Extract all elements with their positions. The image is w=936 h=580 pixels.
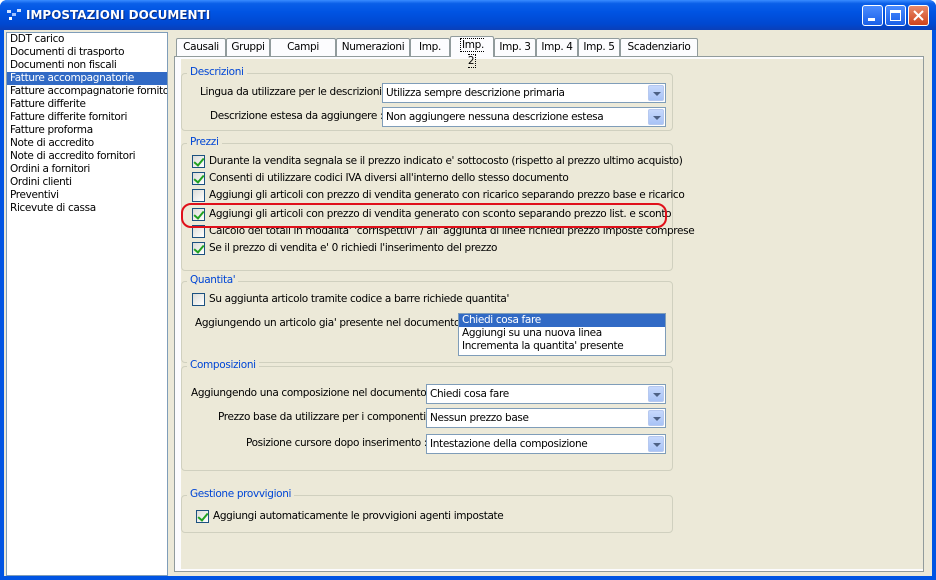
list-item[interactable]: Note di accredito fornitori	[7, 150, 167, 163]
list-item[interactable]: Fatture differite fornitori	[7, 111, 167, 124]
aggiungendo-label: Aggiungendo una composizione nel documen…	[191, 387, 433, 399]
settings-app-icon	[7, 9, 21, 20]
tab-imp-3[interactable]: Imp. 3	[494, 38, 536, 56]
chevron-down-icon[interactable]	[648, 109, 664, 125]
presente-listbox[interactable]: Chiedi cosa fare Aggiungi su una nuova l…	[458, 313, 666, 356]
window-title: IMPOSTAZIONI DOCUMENTI	[26, 8, 211, 22]
list-item[interactable]: Note di accredito	[7, 137, 167, 150]
list-item[interactable]: Aggiungi su una nuova linea	[459, 327, 665, 340]
estesa-value: Non aggiungere nessuna descrizione estes…	[386, 111, 604, 123]
checkbox-box[interactable]	[192, 155, 205, 168]
tab-imp-5[interactable]: Imp. 5	[578, 38, 620, 56]
tab-causali[interactable]: Causali	[176, 38, 226, 56]
checkbox-label: Durante la vendita segnala se il prezzo …	[209, 155, 683, 167]
tab-imp-4[interactable]: Imp. 4	[536, 38, 578, 56]
settings-pane: Causali Gruppi Campi agg. Numerazioni Im…	[170, 32, 930, 574]
chevron-down-icon[interactable]	[648, 386, 664, 402]
list-item[interactable]: Preventivi	[7, 189, 167, 202]
checkbox-label: Consenti di utilizzare codici IVA divers…	[209, 172, 569, 184]
list-item[interactable]: Ordini clienti	[7, 176, 167, 189]
list-item-selected[interactable]: Chiedi cosa fare	[459, 314, 665, 327]
group-provvigioni: Gestione provvigioni Aggiungi automatica…	[181, 488, 673, 533]
group-title: Descrizioni	[187, 66, 247, 78]
group-descrizioni: Descrizioni Lingua da utilizzare per le …	[181, 66, 673, 131]
prezzo-base-value: Nessun prezzo base	[430, 412, 529, 424]
cursore-select[interactable]: Intestazione della composizione	[426, 434, 666, 454]
maximize-button[interactable]	[885, 5, 906, 26]
chevron-down-icon[interactable]	[648, 85, 664, 101]
document-type-list[interactable]: DDT carico Documenti di trasporto Docume…	[6, 32, 168, 576]
list-item[interactable]: Documenti di trasporto	[7, 46, 167, 59]
estesa-select[interactable]: Non aggiungere nessuna descrizione estes…	[382, 107, 666, 127]
chevron-down-icon[interactable]	[648, 436, 664, 452]
group-title: Prezzi	[187, 136, 222, 148]
list-item[interactable]: Fatture differite	[7, 98, 167, 111]
group-title: Quantita'	[187, 274, 239, 286]
group-composizioni: Composizioni Aggiungendo una composizion…	[181, 359, 673, 471]
estesa-label: Descrizione estesa da aggiungere :	[210, 110, 384, 122]
cursore-label: Posizione cursore dopo inserimento :	[246, 437, 428, 449]
tab-panel: Descrizioni Lingua da utilizzare per le …	[174, 56, 924, 572]
list-item-selected[interactable]: Fatture accompagnatorie	[7, 72, 167, 85]
checkbox-box[interactable]	[196, 510, 209, 523]
presente-label: Aggiungendo un articolo gia' presente ne…	[195, 317, 467, 329]
checkbox-box[interactable]	[192, 189, 205, 202]
checkbox-label: Aggiungi gli articoli con prezzo di vend…	[209, 189, 685, 201]
checkbox-label: Se il prezzo di vendita e' 0 richiedi l'…	[209, 242, 498, 254]
tab-numerazioni[interactable]: Numerazioni	[336, 38, 410, 56]
lingua-value: Utilizza sempre descrizione primaria	[386, 87, 565, 99]
prezzo-base-label: Prezzo base da utilizzare per i componen…	[218, 411, 432, 423]
lingua-select[interactable]: Utilizza sempre descrizione primaria	[382, 83, 666, 103]
checkbox-box[interactable]	[192, 172, 205, 185]
maximize-icon	[890, 10, 901, 21]
list-item[interactable]: DDT carico	[7, 33, 167, 46]
minimize-button[interactable]	[862, 5, 883, 26]
close-icon	[913, 10, 924, 21]
tab-scadenziario[interactable]: Scadenziario	[620, 38, 698, 56]
list-item[interactable]: Documenti non fiscali	[7, 59, 167, 72]
close-button[interactable]	[908, 5, 929, 26]
tab-gruppi[interactable]: Gruppi	[226, 38, 270, 56]
chevron-down-icon[interactable]	[648, 410, 664, 426]
lingua-label: Lingua da utilizzare per le descrizioni …	[200, 86, 388, 98]
checkbox-label: Aggiungi automaticamente le provvigioni …	[213, 510, 504, 522]
group-title: Gestione provvigioni	[187, 488, 295, 500]
group-prezzi: Prezzi Durante la vendita segnala se il …	[181, 136, 695, 271]
checkbox-box[interactable]	[192, 293, 205, 306]
aggiungendo-value: Chiedi cosa fare	[430, 388, 509, 400]
checkbox-box[interactable]	[192, 242, 205, 255]
tab-imp-2[interactable]: Imp. 2	[450, 36, 494, 68]
list-item[interactable]: Ricevute di cassa	[7, 202, 167, 215]
tab-campi-agg[interactable]: Campi agg.	[270, 38, 336, 69]
minimize-icon	[868, 18, 875, 21]
checkbox-label: Su aggiunta articolo tramite codice a ba…	[209, 293, 510, 305]
tab-imp-1[interactable]: Imp. 1	[410, 38, 450, 69]
group-title: Composizioni	[187, 359, 259, 371]
cursore-value: Intestazione della composizione	[430, 438, 588, 450]
list-item[interactable]: Fatture accompagnatorie fornitori	[7, 85, 167, 98]
app-window: IMPOSTAZIONI DOCUMENTI DDT carico Docume…	[0, 0, 936, 580]
window-client: DDT carico Documenti di trasporto Docume…	[4, 30, 932, 576]
tab-panel-content: Descrizioni Lingua da utilizzare per le …	[181, 59, 923, 569]
prezzo-base-select[interactable]: Nessun prezzo base	[426, 408, 666, 428]
highlight-annotation	[181, 203, 667, 228]
title-bar[interactable]: IMPOSTAZIONI DOCUMENTI	[0, 0, 936, 30]
aggiungendo-select[interactable]: Chiedi cosa fare	[426, 384, 666, 404]
list-item[interactable]: Incrementa la quantita' presente	[459, 340, 665, 353]
group-quantita: Quantita' Su aggiunta articolo tramite c…	[181, 274, 673, 363]
list-item[interactable]: Fatture proforma	[7, 124, 167, 137]
list-item[interactable]: Ordini a fornitori	[7, 163, 167, 176]
